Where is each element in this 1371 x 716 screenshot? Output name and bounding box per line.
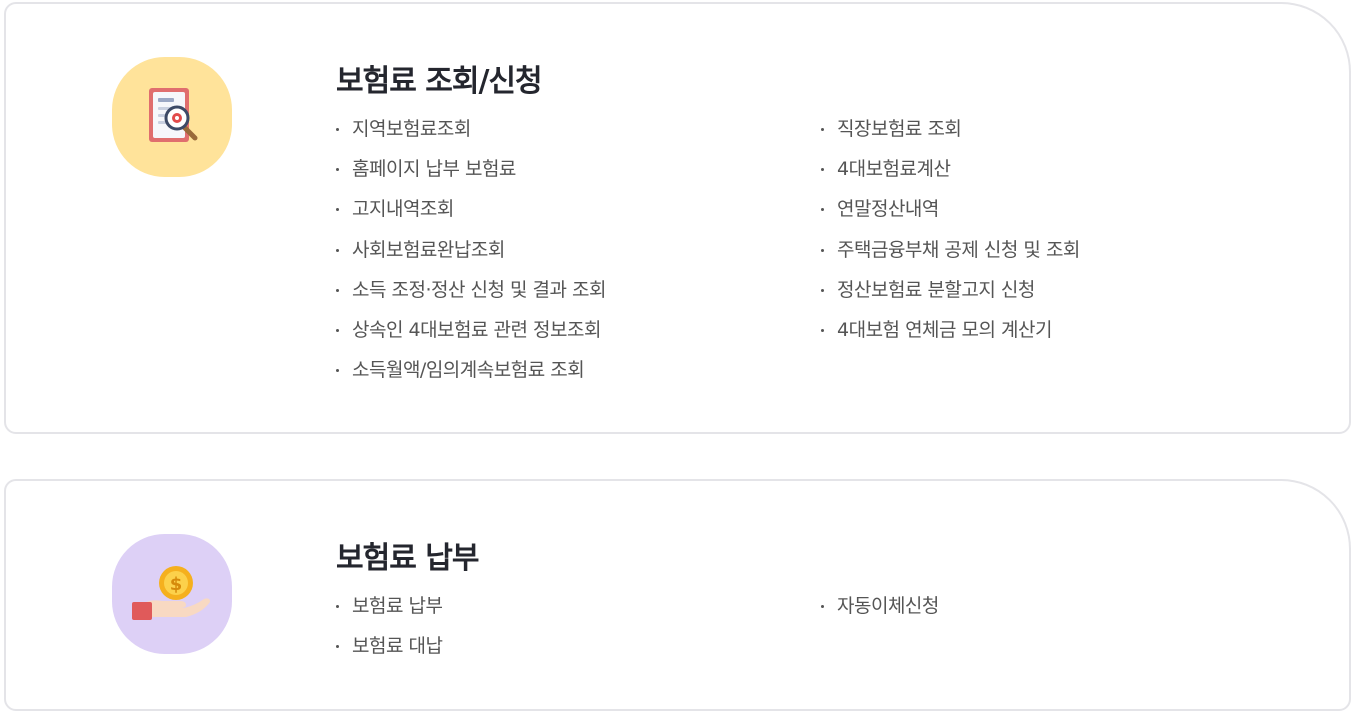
link-income-adjustment-result[interactable]: 소득 조정·정산 신청 및 결과 조회 (336, 277, 606, 317)
link-premium-calculator[interactable]: 4대보험료계산 (821, 156, 1080, 196)
link-proxy-payment[interactable]: 보험료 대납 (336, 633, 443, 673)
link-workplace-premium-inquiry[interactable]: 직장보험료 조회 (821, 116, 1080, 156)
section-title: 보험료 조회/신청 (336, 64, 543, 99)
link-full-payment-inquiry[interactable]: 사회보험료완납조회 (336, 237, 606, 277)
premium-inquiry-card: 보험료 조회/신청 지역보험료조회 홈페이지 납부 보험료 고지내역조회 사회보… (4, 2, 1351, 434)
link-list-right: 직장보험료 조회 4대보험료계산 연말정산내역 주택금융부채 공제 신청 및 조… (821, 116, 1080, 357)
link-list-left: 보험료 납부 보험료 대납 (336, 593, 443, 673)
link-list-right: 자동이체신청 (821, 593, 939, 633)
link-late-fee-simulator[interactable]: 4대보험 연체금 모의 계산기 (821, 317, 1080, 357)
svg-text:$: $ (170, 574, 183, 595)
premium-payment-card: $ 보험료 납부 보험료 납부 보험료 대납 자동이체신청 (4, 479, 1351, 711)
link-notice-history-inquiry[interactable]: 고지내역조회 (336, 196, 606, 236)
link-list-left: 지역보험료조회 홈페이지 납부 보험료 고지내역조회 사회보험료완납조회 소득 … (336, 116, 606, 397)
link-auto-transfer-application[interactable]: 자동이체신청 (821, 593, 939, 633)
link-regional-premium-inquiry[interactable]: 지역보험료조회 (336, 116, 606, 156)
section-title: 보험료 납부 (336, 541, 479, 576)
link-year-end-settlement[interactable]: 연말정산내역 (821, 196, 1080, 236)
link-homepage-paid-premium[interactable]: 홈페이지 납부 보험료 (336, 156, 606, 196)
link-heir-info-inquiry[interactable]: 상속인 4대보험료 관련 정보조회 (336, 317, 606, 357)
document-search-icon (112, 57, 232, 177)
link-monthly-income-premium[interactable]: 소득월액/임의계속보험료 조회 (336, 357, 606, 397)
coin-hand-icon: $ (112, 534, 232, 654)
link-installment-notice[interactable]: 정산보험료 분할고지 신청 (821, 277, 1080, 317)
link-housing-debt-deduction[interactable]: 주택금융부채 공제 신청 및 조회 (821, 237, 1080, 277)
link-premium-payment[interactable]: 보험료 납부 (336, 593, 443, 633)
